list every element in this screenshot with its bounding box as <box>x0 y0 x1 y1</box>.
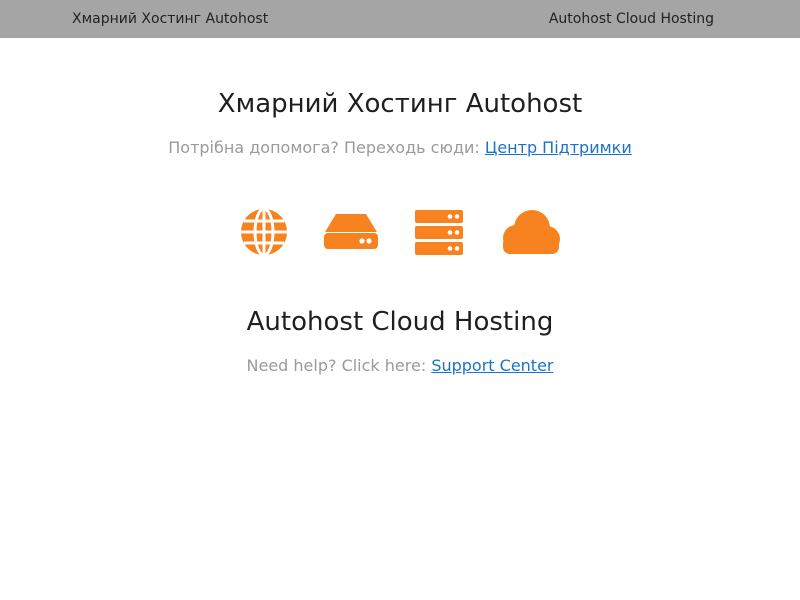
service-icons-row <box>0 206 800 258</box>
english-title: Autohost Cloud Hosting <box>246 307 554 337</box>
globe-icon <box>241 207 287 257</box>
cloud-icon <box>503 210 560 254</box>
ukrainian-help-wrap: Потрібна допомога? Переходь сюди: Центр … <box>0 138 800 158</box>
nav-link-english[interactable]: Autohost Cloud Hosting <box>549 11 714 27</box>
ukrainian-section-title-wrap: Хмарний Хостинг Autohost <box>0 89 800 119</box>
hard-drive-icon <box>324 214 378 249</box>
ukrainian-help-line: Потрібна допомога? Переходь сюди: Центр … <box>0 138 800 158</box>
english-help-text: Need help? Click here: <box>246 356 427 375</box>
server-rack-icon <box>415 210 463 255</box>
ukrainian-support-link[interactable]: Центр Підтримки <box>485 138 632 157</box>
english-support-link[interactable]: Support Center <box>431 356 553 375</box>
english-help-wrap: Need help? Click here: Support Center <box>0 356 800 376</box>
nav-link-ukrainian[interactable]: Хмарний Хостинг Autohost <box>72 11 268 27</box>
ukrainian-help-text: Потрібна допомога? Переходь сюди: <box>168 138 480 157</box>
ukrainian-title: Хмарний Хостинг Autohost <box>217 89 583 119</box>
english-help-line: Need help? Click here: Support Center <box>0 356 800 376</box>
english-section-title-wrap: Autohost Cloud Hosting <box>0 307 800 337</box>
top-navigation-bar: Хмарний Хостинг Autohost Autohost Cloud … <box>0 0 800 38</box>
